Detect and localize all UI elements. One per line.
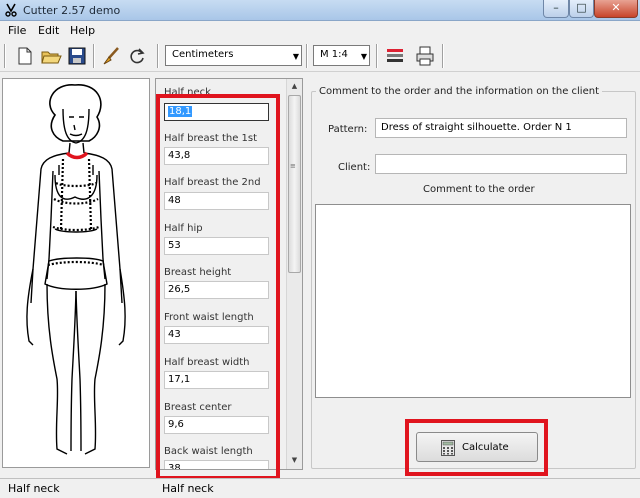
pattern-label: Pattern: bbox=[328, 124, 368, 135]
menu-help[interactable]: Help bbox=[70, 24, 95, 37]
measurement-label: Back waist length bbox=[164, 446, 253, 457]
measurement-label: Half breast the 1st bbox=[164, 133, 258, 144]
measurement-scrollbar[interactable]: ▲ ≡ ▼ bbox=[286, 79, 302, 469]
status-left: Half neck bbox=[8, 482, 60, 495]
measurement-label: Half hip bbox=[164, 223, 203, 234]
measurement-input-front-waist-length[interactable]: 43 bbox=[164, 326, 269, 344]
window-title: Cutter 2.57 demo bbox=[23, 4, 121, 17]
menu-bar: File Edit Help bbox=[0, 21, 640, 40]
save-icon[interactable] bbox=[66, 45, 88, 67]
calculator-icon bbox=[441, 440, 455, 456]
app-scissors-icon bbox=[5, 3, 17, 17]
chevron-down-icon: ▼ bbox=[360, 52, 367, 61]
new-file-icon[interactable] bbox=[14, 45, 36, 67]
menu-edit[interactable]: Edit bbox=[38, 24, 59, 37]
toolbar-separator bbox=[442, 44, 444, 68]
maximize-button[interactable]: □ bbox=[569, 0, 594, 18]
pattern-input[interactable]: Dress of straight silhouette. Order N 1 bbox=[375, 118, 627, 138]
open-folder-icon[interactable] bbox=[40, 45, 62, 67]
brush-icon[interactable] bbox=[100, 45, 122, 67]
order-group-title: Comment to the order and the information… bbox=[316, 86, 602, 97]
measurement-input-half-neck[interactable]: 18,1 bbox=[164, 103, 269, 121]
unit-select[interactable]: Centimeters ▼ bbox=[165, 45, 302, 66]
main-area: Half neck 18,1 Half breast the 1st 43,8 … bbox=[0, 72, 640, 498]
unit-select-value: Centimeters bbox=[172, 49, 234, 60]
measurement-label: Half breast the 2nd bbox=[164, 177, 261, 188]
measurement-input-breast-height[interactable]: 26,5 bbox=[164, 281, 269, 299]
toolbar-separator bbox=[157, 44, 159, 68]
title-bar: Cutter 2.57 demo – □ ✕ bbox=[0, 0, 640, 21]
measurement-input-half-hip[interactable]: 53 bbox=[164, 237, 269, 255]
measurement-input-breast-center[interactable]: 9,6 bbox=[164, 416, 269, 434]
client-label: Client: bbox=[338, 162, 371, 173]
client-input[interactable] bbox=[375, 154, 627, 174]
measurement-input-half-breast-1st[interactable]: 43,8 bbox=[164, 147, 269, 165]
minimize-button[interactable]: – bbox=[543, 0, 569, 18]
status-bar: Half neck Half neck bbox=[0, 478, 640, 498]
measurement-label: Breast center bbox=[164, 402, 232, 413]
measurement-value: 18,1 bbox=[168, 106, 193, 117]
close-button[interactable]: ✕ bbox=[594, 0, 638, 18]
calculate-button-label: Calculate bbox=[462, 442, 509, 453]
toolbar: Centimeters ▼ M 1:4 ▼ bbox=[0, 40, 640, 72]
scale-select-value: M 1:4 bbox=[320, 49, 348, 60]
scrollbar-thumb[interactable] bbox=[288, 95, 301, 273]
scroll-up-icon[interactable]: ▲ bbox=[287, 79, 302, 93]
toolbar-separator bbox=[4, 44, 6, 68]
refresh-icon[interactable] bbox=[126, 45, 148, 67]
measurement-input-half-breast-width[interactable]: 17,1 bbox=[164, 371, 269, 389]
menu-file[interactable]: File bbox=[8, 24, 26, 37]
toolbar-separator bbox=[376, 44, 378, 68]
scrollbar-grip-icon: ≡ bbox=[290, 162, 296, 170]
scale-select[interactable]: M 1:4 ▼ bbox=[313, 45, 370, 66]
toolbar-separator bbox=[306, 44, 308, 68]
measurement-label: Half neck bbox=[164, 87, 211, 98]
measurement-label: Half breast width bbox=[164, 357, 250, 368]
measurement-list: Half neck 18,1 Half breast the 1st 43,8 … bbox=[155, 78, 303, 470]
measurement-input-back-waist-length[interactable]: 38 bbox=[164, 460, 269, 469]
body-figure-panel bbox=[2, 78, 150, 468]
comment-textarea[interactable] bbox=[315, 204, 631, 398]
pattern-layout-icon[interactable] bbox=[384, 45, 406, 67]
status-right: Half neck bbox=[162, 482, 214, 495]
measurement-input-half-breast-2nd[interactable]: 48 bbox=[164, 192, 269, 210]
measurement-label: Front waist length bbox=[164, 312, 254, 323]
measurement-label: Breast height bbox=[164, 267, 232, 278]
print-icon[interactable] bbox=[414, 45, 436, 67]
comment-label: Comment to the order bbox=[423, 184, 535, 195]
calculate-button[interactable]: Calculate bbox=[416, 432, 538, 462]
body-measurement-figure bbox=[26, 84, 126, 455]
scroll-down-icon[interactable]: ▼ bbox=[287, 453, 302, 467]
toolbar-separator bbox=[93, 44, 95, 68]
chevron-down-icon: ▼ bbox=[292, 52, 299, 61]
